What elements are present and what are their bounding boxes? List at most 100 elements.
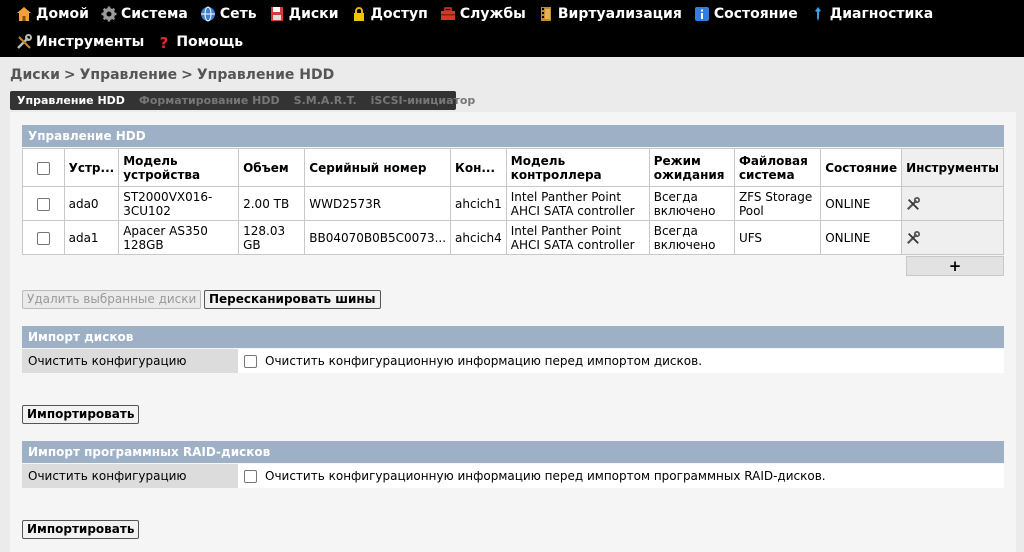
- raid-clear-config-value: Очистить конфигурационную информацию пер…: [244, 464, 826, 488]
- import-clear-config-row: Очистить конфигурацию Очистить конфигура…: [22, 349, 1004, 373]
- nav-disks[interactable]: Диски: [269, 6, 339, 22]
- table-row: ada1 Apacer AS350 128GB 128.03 GB BB0407…: [22, 220, 1004, 255]
- cell-tools: [901, 186, 1004, 221]
- col-controller-model[interactable]: Модель контроллера: [505, 148, 650, 187]
- add-disk-button[interactable]: +: [906, 256, 1004, 276]
- cell-device: ada1: [63, 220, 120, 255]
- col-controller[interactable]: Кон...: [450, 148, 507, 187]
- cell-controller: ahcich4: [450, 220, 507, 255]
- row-checkbox[interactable]: [36, 231, 50, 245]
- cell-standby: Всегда включено: [648, 186, 735, 221]
- tab-hdd-format[interactable]: Форматирование HDD: [132, 94, 287, 107]
- nav-virtualization-label: Виртуализация: [557, 6, 682, 22]
- cell-model: Apacer AS350 128GB: [118, 220, 240, 255]
- svg-text:?: ?: [160, 34, 169, 50]
- gear-icon: [101, 6, 117, 22]
- nav-home-label: Домой: [36, 6, 89, 22]
- nav-diagnostics[interactable]: Диагностика: [810, 6, 934, 22]
- cell-device: ada0: [63, 186, 120, 221]
- import-clear-config-label: Очистить конфигурацию: [22, 349, 238, 373]
- cell-status: ONLINE: [820, 186, 903, 221]
- nav-tools[interactable]: Инструменты: [16, 34, 144, 50]
- row-select-cell: [22, 186, 65, 221]
- nav-help-label: Помощь: [176, 34, 244, 50]
- tab-bar: Управление HDD Форматирование HDD S.M.A.…: [10, 91, 475, 110]
- cell-serial: BB04070B0B5C0073...: [304, 220, 452, 255]
- raid-clear-config-row: Очистить конфигурацию Очистить конфигура…: [22, 464, 1004, 488]
- nav-diagnostics-label: Диагностика: [829, 6, 934, 22]
- pin-icon: [814, 7, 821, 21]
- select-all-header: [22, 148, 65, 187]
- row-select-cell: [22, 220, 65, 255]
- delete-selected-disks-button[interactable]: Удалить выбранные диски: [22, 290, 202, 309]
- breadcrumb-disks[interactable]: Диски: [10, 67, 60, 83]
- lock-icon: [353, 7, 364, 21]
- col-model[interactable]: Модель устройства: [118, 148, 240, 187]
- import-disks-button[interactable]: Импортировать: [22, 405, 140, 424]
- tab-hdd-management[interactable]: Управление HDD: [10, 94, 132, 107]
- nav-system[interactable]: Система: [101, 6, 188, 22]
- raid-clear-config-label: Очистить конфигурацию: [22, 464, 238, 488]
- col-status[interactable]: Состояние: [820, 148, 903, 187]
- cell-controller: ahcich1: [450, 186, 507, 221]
- cell-size: 128.03 GB: [238, 220, 306, 255]
- tab-smart[interactable]: S.M.A.R.T.: [287, 94, 364, 107]
- rescan-buses-button[interactable]: Пересканировать шины: [204, 290, 381, 309]
- film-icon: [540, 7, 551, 21]
- col-size[interactable]: Объем: [238, 148, 306, 187]
- cell-model: ST2000VX016-3CU102: [118, 186, 240, 221]
- nav-network[interactable]: Сеть: [200, 6, 257, 22]
- raid-clear-config-text: Очистить конфигурационную информацию пер…: [265, 469, 826, 483]
- tab-iscsi-initiator[interactable]: iSCSI-инициатор: [364, 94, 483, 107]
- tools-icon: [17, 34, 32, 49]
- breadcrumb-hdd-management[interactable]: Управление HDD: [197, 67, 334, 83]
- cell-filesystem: ZFS Storage Pool: [733, 186, 822, 221]
- table-row: ada0 ST2000VX016-3CU102 2.00 TB WWD2573R…: [22, 186, 1004, 221]
- import-clear-config-value: Очистить конфигурационную информацию пер…: [244, 349, 702, 373]
- info-icon: [694, 7, 709, 21]
- nav-virtualization[interactable]: Виртуализация: [538, 6, 682, 22]
- nav-services-label: Службы: [459, 6, 526, 22]
- col-filesystem[interactable]: Файловая система: [733, 148, 822, 187]
- nav-services[interactable]: Службы: [440, 6, 526, 22]
- import-raid-header: Импорт программных RAID-дисков: [22, 441, 1004, 463]
- nav-disks-label: Диски: [288, 6, 339, 22]
- breadcrumb-separator: >: [63, 67, 76, 83]
- tools-icon[interactable]: [906, 196, 921, 211]
- nav-status[interactable]: Состояние: [694, 6, 798, 22]
- col-serial[interactable]: Серийный номер: [304, 148, 452, 187]
- nav-row-2: Инструменты ? Помощь: [16, 29, 255, 55]
- hdd-section-header: Управление HDD: [22, 125, 1004, 147]
- nav-help[interactable]: ? Помощь: [156, 34, 243, 50]
- tools-icon[interactable]: [906, 230, 921, 245]
- home-icon: [17, 7, 31, 21]
- import-raid-button[interactable]: Импортировать: [22, 520, 140, 539]
- raid-clear-config-checkbox[interactable]: [244, 469, 257, 483]
- nav-network-label: Сеть: [219, 6, 257, 22]
- col-tools: Инструменты: [901, 148, 1004, 187]
- question-icon: ?: [160, 34, 169, 50]
- nav-access[interactable]: Доступ: [351, 6, 428, 22]
- cell-size: 2.00 TB: [238, 186, 306, 221]
- nav-home[interactable]: Домой: [16, 6, 89, 22]
- globe-icon: [200, 6, 215, 22]
- import-disks-header: Импорт дисков: [22, 326, 1004, 348]
- nav-access-label: Доступ: [370, 6, 428, 22]
- col-device[interactable]: Устр...: [63, 148, 120, 187]
- table-header-row: Устр... Модель устройства Объем Серийный…: [22, 148, 1004, 187]
- breadcrumb-management[interactable]: Управление: [80, 67, 178, 83]
- cell-controller-model: Intel Panther Point AHCI SATA controller: [505, 186, 650, 221]
- row-checkbox[interactable]: [36, 197, 50, 211]
- cell-serial: WWD2573R: [304, 186, 452, 221]
- nav-row-1: Домой Система Сеть Диски Доступ Службы В…: [16, 1, 945, 27]
- top-navigation: Домой Система Сеть Диски Доступ Службы В…: [0, 0, 1024, 57]
- floppy-icon: [270, 7, 283, 21]
- breadcrumb-separator: >: [181, 67, 193, 83]
- select-all-checkbox[interactable]: [36, 161, 50, 175]
- import-clear-config-checkbox[interactable]: [244, 354, 257, 368]
- cell-status: ONLINE: [820, 220, 903, 255]
- breadcrumb: Диски > Управление > Управление HDD: [10, 67, 334, 83]
- nav-status-label: Состояние: [713, 6, 798, 22]
- col-standby[interactable]: Режим ожидания: [648, 148, 735, 187]
- cell-controller-model: Intel Panther Point AHCI SATA controller: [505, 220, 650, 255]
